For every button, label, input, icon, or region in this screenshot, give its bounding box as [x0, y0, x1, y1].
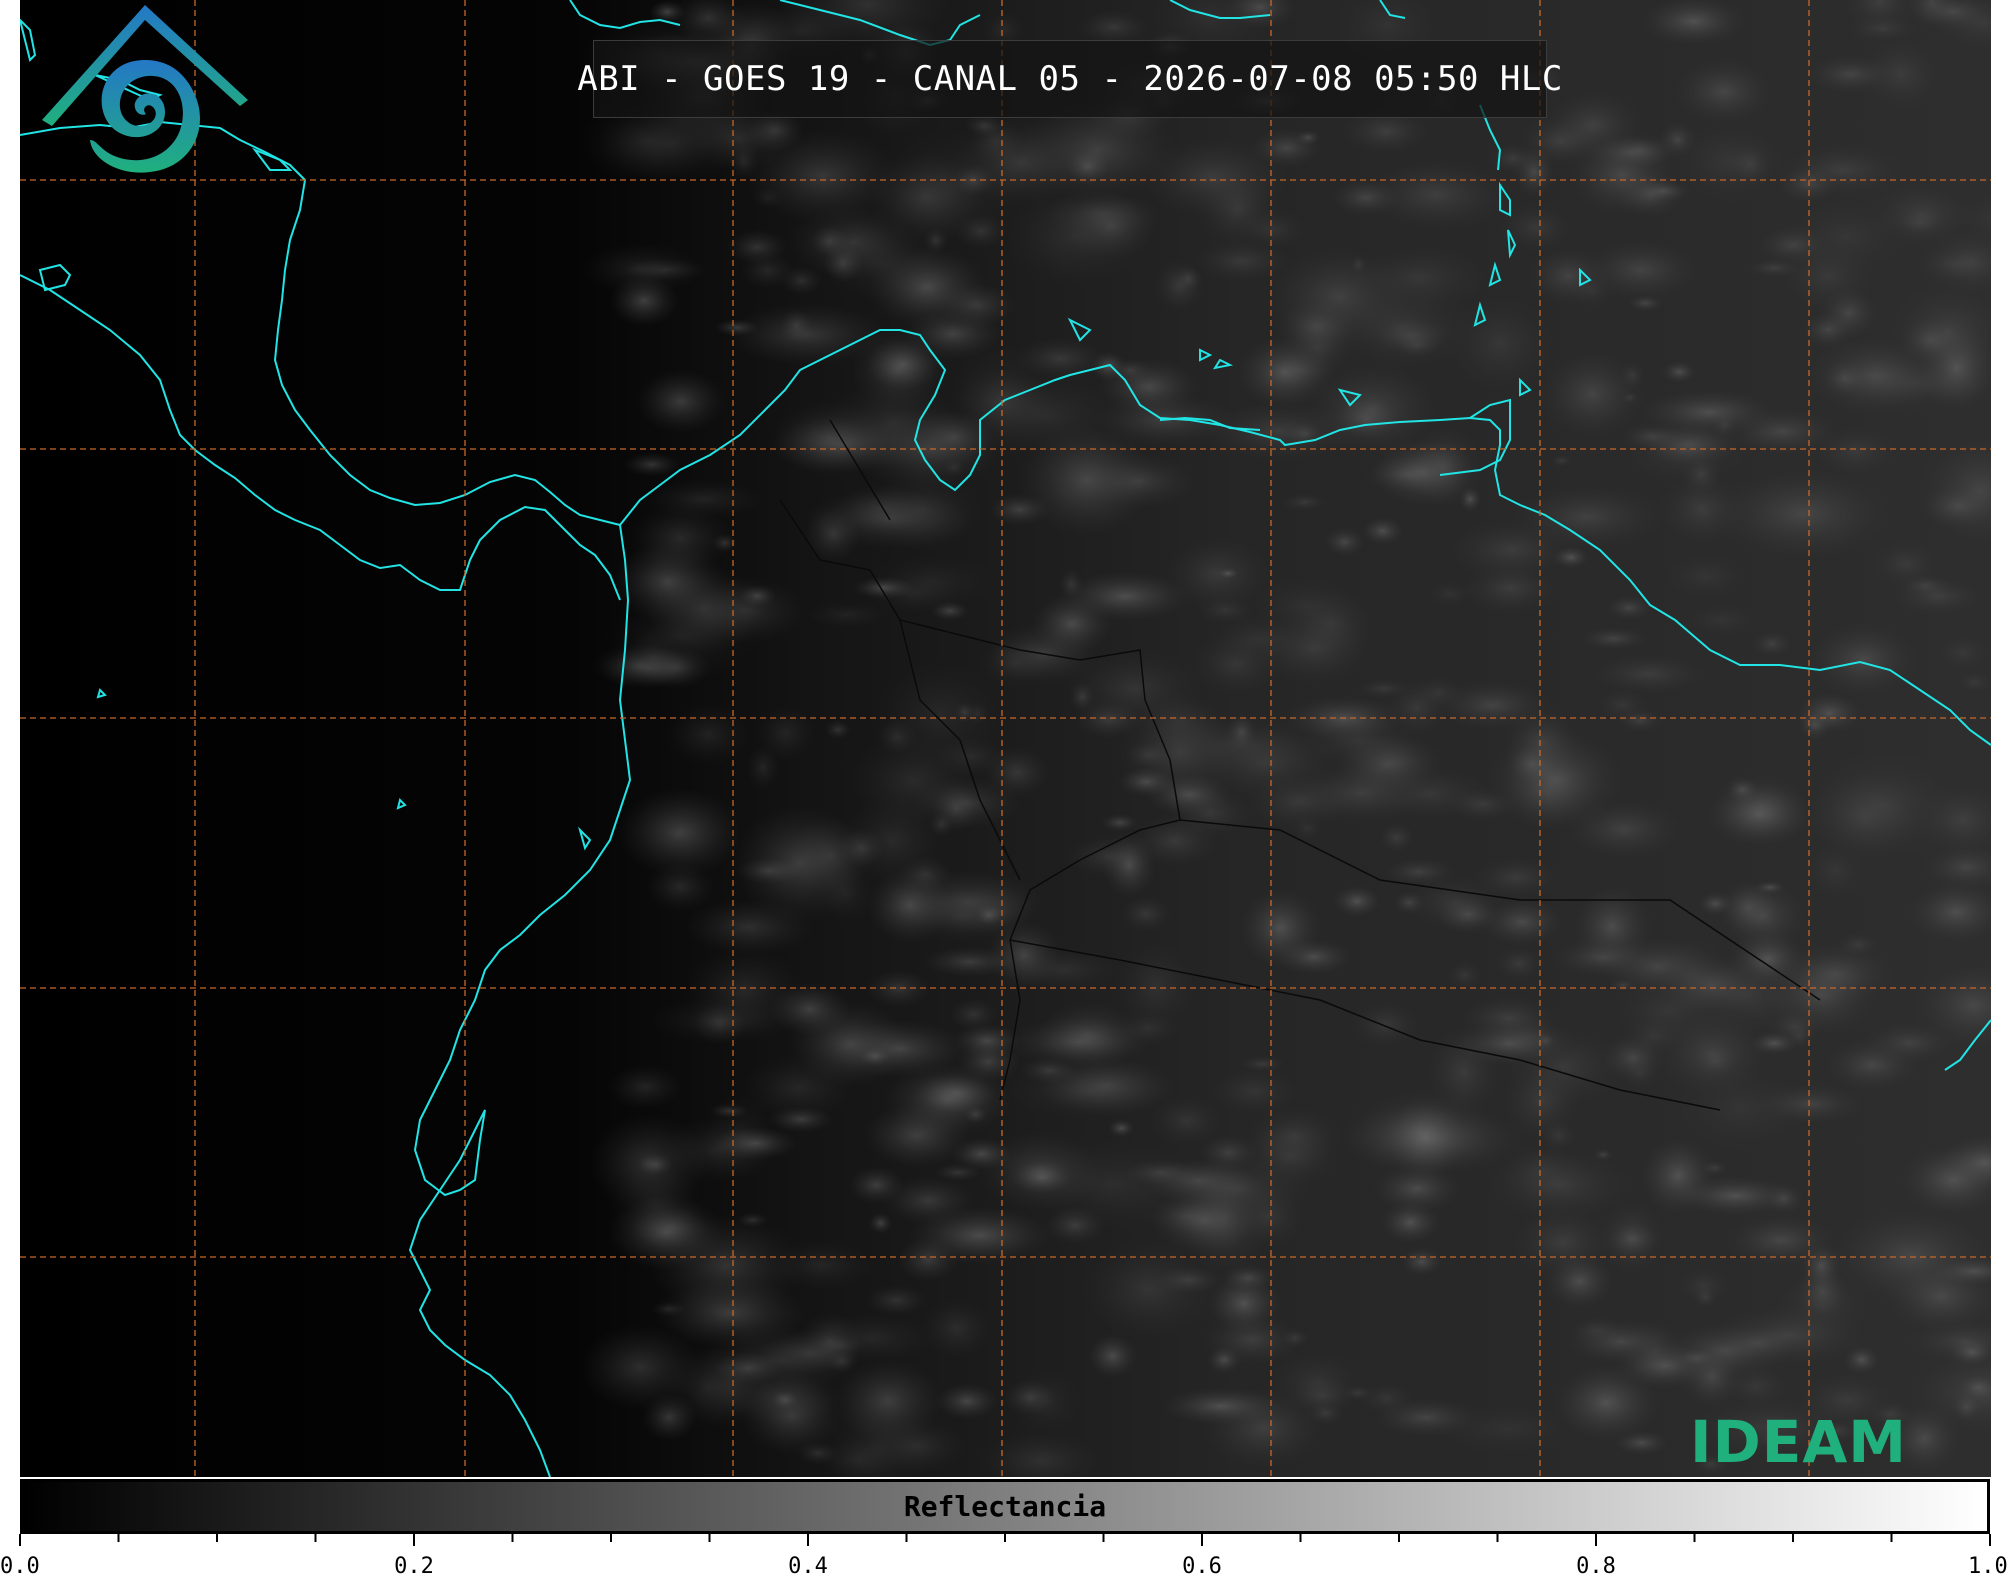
ideam-logo-text: IDEAM: [1690, 1408, 1907, 1476]
satellite-image-frame: ABI - GOES 19 - CANAL 05 - 2026-07-08 05…: [0, 0, 2011, 1579]
colorbar-tick-label: 0.0: [0, 1554, 40, 1579]
map-canvas: [20, 0, 1991, 1477]
satellite-map[interactable]: ABI - GOES 19 - CANAL 05 - 2026-07-08 05…: [20, 0, 1991, 1477]
colorbar-tick-label: 0.6: [1182, 1554, 1222, 1579]
colorbar-tick-label: 0.4: [788, 1554, 828, 1579]
image-title: ABI - GOES 19 - CANAL 05 - 2026-07-08 05…: [577, 59, 1563, 99]
colorbar-ticks: [19, 1534, 1991, 1546]
colorbar-tick-label: 0.2: [394, 1554, 434, 1579]
colorbar-tick-label: 1.0: [1968, 1554, 2008, 1579]
ideam-spiral-logo-icon: [42, 5, 248, 173]
colorbar-label: Reflectancia: [903, 1490, 1107, 1523]
colorbar: Reflectancia: [20, 1479, 1990, 1534]
image-title-box: ABI - GOES 19 - CANAL 05 - 2026-07-08 05…: [577, 40, 1562, 118]
colorbar-tick-label: 0.8: [1576, 1554, 1616, 1579]
